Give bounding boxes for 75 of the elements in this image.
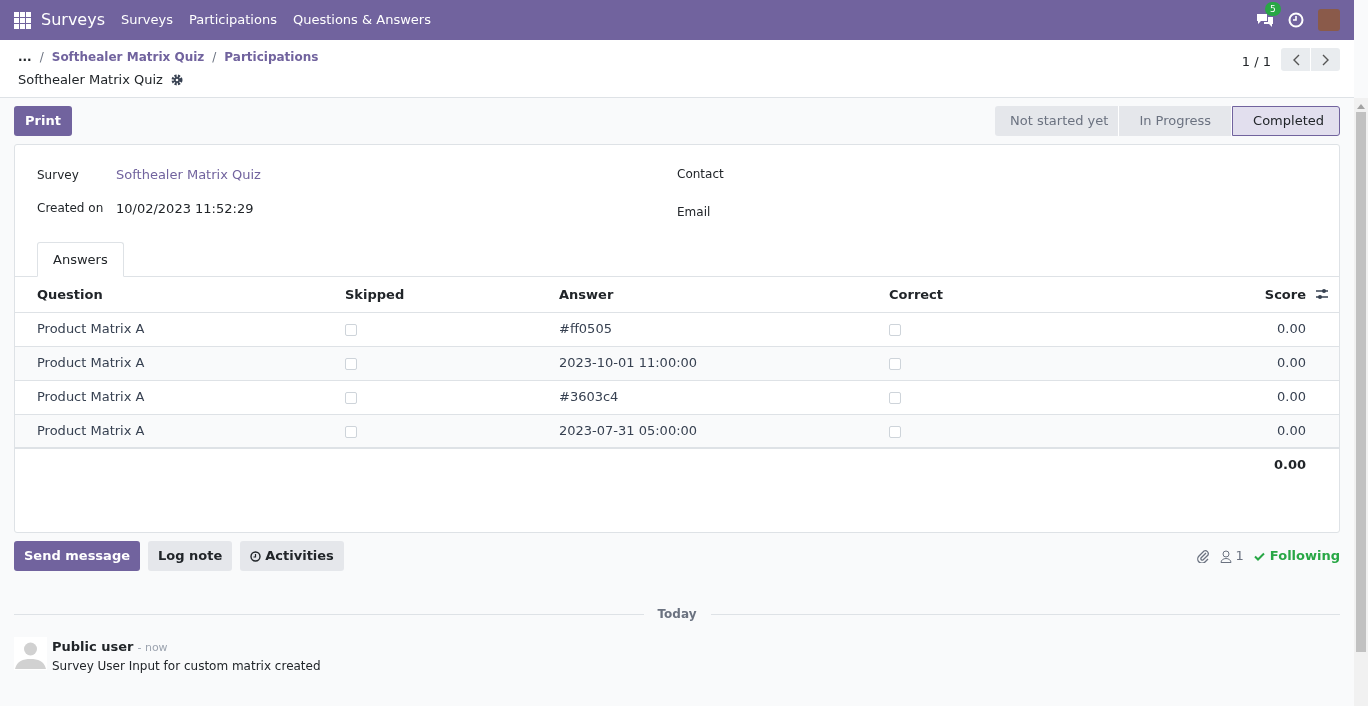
check-icon: [1253, 551, 1265, 561]
column-settings-icon[interactable]: [1315, 288, 1329, 301]
table-cell: 2023-10-01 11:00:00: [559, 355, 698, 371]
chevron-right-icon: [1321, 53, 1330, 66]
column-header: Skipped: [345, 286, 405, 302]
clock-icon: [250, 550, 262, 562]
field-label: Created on: [37, 200, 105, 218]
table-cell: Product Matrix A: [37, 321, 145, 337]
checkbox[interactable]: [889, 391, 901, 404]
user-avatar[interactable]: [1318, 9, 1340, 31]
breadcrumb-separator: /: [212, 49, 217, 66]
column-header: Answer: [559, 286, 614, 302]
breadcrumb-link[interactable]: Softhealer Matrix Quiz: [51, 48, 205, 66]
chevron-left-icon: [1291, 53, 1300, 66]
table-cell: 2023-07-31 05:00:00: [559, 423, 698, 438]
field-label: Contact: [677, 166, 725, 183]
follower-count[interactable]: 1: [1235, 546, 1244, 566]
previous-button[interactable]: [1281, 48, 1310, 71]
message-count-badge: 5: [1265, 2, 1281, 16]
score-total: 0.00: [1273, 457, 1306, 473]
status-stage[interactable]: In Progress: [1119, 106, 1233, 136]
survey-link[interactable]: Softhealer Matrix Quiz: [116, 165, 261, 185]
checkbox[interactable]: [889, 357, 901, 370]
checkbox[interactable]: [889, 323, 901, 336]
table-cell: #ff0505: [559, 321, 612, 337]
following-status[interactable]: Following: [1269, 546, 1340, 566]
checkbox[interactable]: [345, 391, 357, 404]
table-cell: Product Matrix A: [37, 423, 145, 438]
field-value: 10/02/2023 11:52:29: [116, 199, 254, 218]
user-silhouette-icon: [14, 637, 47, 670]
status-stage[interactable]: Completed: [1232, 106, 1340, 136]
checkbox[interactable]: [889, 425, 901, 438]
breadcrumb-separator: /: [39, 49, 44, 66]
menu-item[interactable]: Questions & Answers: [292, 10, 431, 30]
checkbox[interactable]: [345, 323, 357, 336]
table-cell: Product Matrix A: [37, 355, 145, 371]
column-header: Score: [1264, 285, 1306, 304]
message-author[interactable]: Public user: [52, 637, 134, 657]
table-cell: 0.00: [1277, 321, 1306, 337]
paperclip-icon[interactable]: [1195, 549, 1210, 563]
breadcrumb-link[interactable]: Participations: [224, 48, 319, 66]
person-icon: [1219, 549, 1232, 563]
checkbox[interactable]: [345, 357, 357, 370]
checkbox[interactable]: [345, 425, 357, 438]
chat-icon[interactable]: [1256, 12, 1274, 28]
app-grid-icon[interactable]: [14, 11, 31, 29]
table-cell: Product Matrix A: [37, 389, 145, 405]
table-cell: 0.00: [1277, 389, 1306, 405]
column-header: Question: [37, 286, 103, 302]
settings-icon[interactable]: [170, 73, 183, 86]
scrollbar[interactable]: [1354, 98, 1368, 706]
field-label: Survey: [37, 166, 80, 184]
pager-counter: 1 / 1: [1241, 53, 1271, 71]
message-body: Survey User Input for custom matrix created: [52, 657, 321, 675]
message-time: - now: [137, 640, 168, 656]
app-name[interactable]: Surveys: [41, 8, 105, 32]
menu-item[interactable]: Surveys: [121, 10, 173, 30]
record-title: Softhealer Matrix Quiz: [18, 71, 163, 89]
menu-item[interactable]: Participations: [189, 10, 277, 30]
field-label: Email: [677, 204, 712, 221]
clock-icon[interactable]: [1288, 12, 1304, 28]
status-stage[interactable]: Not started yet: [995, 106, 1120, 136]
next-button[interactable]: [1311, 48, 1340, 71]
send-message-button[interactable]: Send message: [14, 541, 140, 571]
table-cell: 0.00: [1277, 355, 1306, 371]
column-header: Correct: [889, 286, 944, 302]
date-separator: Today: [656, 606, 698, 623]
scroll-up-icon[interactable]: [1357, 103, 1365, 109]
tab[interactable]: Answers: [37, 242, 124, 277]
print-button[interactable]: Print: [14, 106, 72, 136]
breadcrumb-ellipsis[interactable]: ...: [18, 48, 32, 66]
activities-button[interactable]: Activities: [240, 541, 344, 571]
log-note-button[interactable]: Log note: [148, 541, 233, 571]
table-cell: #3603c4: [559, 389, 619, 405]
table-cell: 0.00: [1277, 423, 1306, 438]
